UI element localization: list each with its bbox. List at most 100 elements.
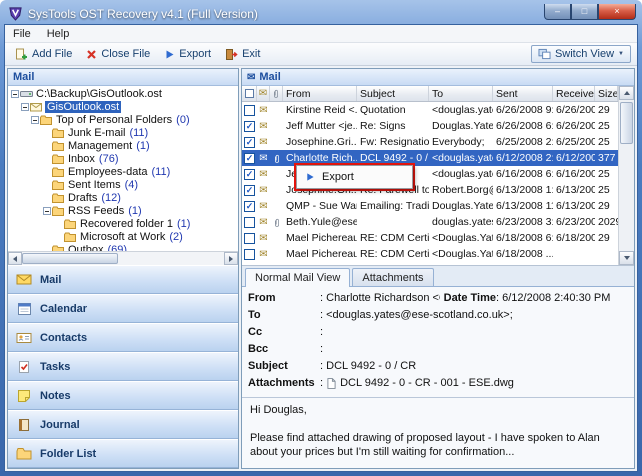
nav-item-mail[interactable]: Mail — [8, 265, 238, 294]
scroll-thumb[interactable] — [620, 102, 633, 144]
tree-item-inbox[interactable]: Inbox (76) — [8, 152, 238, 165]
column-header-checkbox[interactable] — [242, 86, 257, 101]
subject-cell: Re: Signs — [357, 118, 429, 134]
mail-row[interactable]: ✉ Beth.Yule@ese... douglas.yates... 6/23… — [242, 214, 618, 230]
exit-button[interactable]: Exit — [219, 46, 266, 63]
tree-item-microsoft-at-work[interactable]: Microsoft at Work (2) — [8, 230, 238, 243]
title-bar: SysTools OST Recovery v4.1 (Full Version… — [4, 0, 638, 24]
minimize-button[interactable]: – — [544, 4, 571, 20]
envelope-icon: ✉ — [259, 249, 267, 260]
envelope-icon: ✉ — [259, 169, 267, 180]
mail-row[interactable]: ✉ Mael Pichereau... RE: CDM Certifi... <… — [242, 230, 618, 246]
row-checkbox[interactable]: ✓ — [244, 121, 255, 132]
sent-cell: 6/16/2008 6:17:... — [493, 166, 553, 182]
tree-item-top-of-personal-folders[interactable]: Top of Personal Folders (0) — [8, 113, 238, 126]
tree-item-root[interactable]: C:\Backup\GisOutlook.ost — [8, 87, 238, 100]
row-checkbox[interactable]: ✓ — [244, 169, 255, 180]
scroll-right-button[interactable] — [224, 252, 238, 265]
nav-item-label: Mail — [40, 274, 61, 286]
row-checkbox[interactable]: ✓ — [244, 137, 255, 148]
nav-item-calendar[interactable]: Calendar — [8, 294, 238, 323]
switch-view-button[interactable]: Switch View ▼ — [531, 45, 631, 63]
to-cell: <Douglas.Yate... — [429, 246, 493, 262]
tree-expander[interactable] — [31, 116, 39, 124]
column-header-envelope[interactable]: ✉ — [257, 86, 270, 101]
scroll-up-button[interactable] — [619, 86, 634, 100]
row-checkbox[interactable]: ✓ — [244, 201, 255, 212]
context-menu-export[interactable]: Export — [322, 171, 354, 183]
scroll-track[interactable] — [22, 252, 224, 265]
column-header-from[interactable]: From — [283, 86, 357, 101]
tree-expander[interactable] — [21, 103, 29, 111]
scroll-down-button[interactable] — [619, 251, 634, 265]
column-header-attachment[interactable] — [270, 86, 283, 101]
row-checkbox[interactable]: ✓ — [244, 153, 255, 164]
to-value: <douglas.yates@ese-scotland.co.uk>; — [320, 309, 628, 321]
tree-item-outbox[interactable]: Outbox (69) — [8, 243, 238, 251]
column-header-size[interactable]: Size(KB) — [595, 86, 618, 101]
size-cell: 25 — [595, 118, 618, 134]
envelope-icon: ✉ — [259, 105, 267, 116]
tree-item-recovered-folder-1[interactable]: Recovered folder 1 (1) — [8, 217, 238, 230]
add-file-icon — [15, 48, 28, 61]
add-file-button[interactable]: Add File — [9, 46, 78, 63]
menu-file[interactable]: File — [5, 27, 39, 41]
column-header-subject[interactable]: Subject — [357, 86, 429, 101]
row-checkbox[interactable] — [244, 233, 255, 244]
tree-item-rss-feeds[interactable]: RSS Feeds (1) — [8, 204, 238, 217]
mail-row[interactable]: ✉ Kirstine Reid <... Quotation <douglas.… — [242, 102, 618, 118]
received-cell: 6/16/2008 ... — [553, 166, 595, 182]
nav-item-folder-list[interactable]: Folder List — [8, 439, 238, 468]
mail-row[interactable]: ✓ ✉ Josephine.Gri... Fw: Resignatio... E… — [242, 134, 618, 150]
paperclip-icon — [273, 217, 281, 228]
mail-list-header: ✉ Mail — [242, 69, 634, 86]
nav-item-tasks[interactable]: Tasks — [8, 352, 238, 381]
tree-item-gisoutlook[interactable]: GisOutlook.ost — [8, 100, 238, 113]
tree-item-management[interactable]: Management (1) — [8, 139, 238, 152]
horizontal-scrollbar[interactable] — [8, 251, 238, 265]
vertical-scrollbar[interactable] — [618, 86, 634, 265]
envelope-icon: ✉ — [259, 217, 267, 228]
maximize-button[interactable]: □ — [571, 4, 598, 20]
column-header-received[interactable]: Received — [553, 86, 595, 101]
mail-row[interactable]: ✓ ✉ Jeff Mutter <je... Re: Signs Douglas… — [242, 118, 618, 134]
export-label: Export — [179, 48, 211, 60]
tree-expander[interactable] — [43, 207, 51, 215]
file-icon — [327, 378, 336, 389]
column-header-sent[interactable]: Sent — [493, 86, 553, 101]
size-cell: 377 — [595, 150, 618, 166]
message-body: Hi Douglas, Please find attached drawing… — [242, 398, 634, 468]
column-header-to[interactable]: To — [429, 86, 493, 101]
tree-item-employees-data[interactable]: Employees-data (11) — [8, 165, 238, 178]
close-button[interactable]: × — [598, 4, 636, 20]
scroll-thumb[interactable] — [22, 253, 118, 264]
export-button[interactable]: Export — [158, 46, 217, 62]
scroll-track[interactable] — [619, 100, 634, 251]
row-checkbox[interactable] — [244, 105, 255, 116]
nav-item-contacts[interactable]: Contacts — [8, 323, 238, 352]
tab-attachments[interactable]: Attachments — [352, 268, 433, 286]
row-checkbox[interactable] — [244, 217, 255, 228]
to-cell: <douglas.yate... — [429, 150, 493, 166]
ost-file-icon — [30, 102, 45, 112]
mail-row[interactable]: ✓ ✉ QMP - Sue War... Emailing: Tradi... … — [242, 198, 618, 214]
menu-help[interactable]: Help — [39, 27, 78, 41]
nav-item-journal[interactable]: Journal — [8, 410, 238, 439]
row-checkbox[interactable] — [244, 249, 255, 260]
mail-row[interactable]: ✉ Mael Pichereau... RE: CDM Certifi... <… — [242, 246, 618, 262]
nav-item-notes[interactable]: Notes — [8, 381, 238, 410]
attachment-file-name[interactable]: DCL 9492 - 0 - CR - 001 - ESE.dwg — [340, 377, 514, 389]
tree-item-drafts[interactable]: Drafts (12) — [8, 191, 238, 204]
close-file-label: Close File — [101, 48, 150, 60]
close-file-button[interactable]: Close File — [80, 46, 156, 62]
client-area: File Help Add File Close File — [4, 24, 638, 472]
received-cell: 6/18/2008 ... — [553, 230, 595, 246]
preview-tabs: Normal Mail View Attachments — [242, 266, 634, 287]
tree-item-junk-email[interactable]: Junk E-mail (11) — [8, 126, 238, 139]
tab-normal-mail-view[interactable]: Normal Mail View — [245, 268, 350, 287]
folder-icon — [52, 141, 67, 151]
row-checkbox[interactable]: ✓ — [244, 185, 255, 196]
scroll-left-button[interactable] — [8, 252, 22, 265]
tree-item-sent-items[interactable]: Sent Items (4) — [8, 178, 238, 191]
tree-expander[interactable] — [11, 90, 19, 98]
